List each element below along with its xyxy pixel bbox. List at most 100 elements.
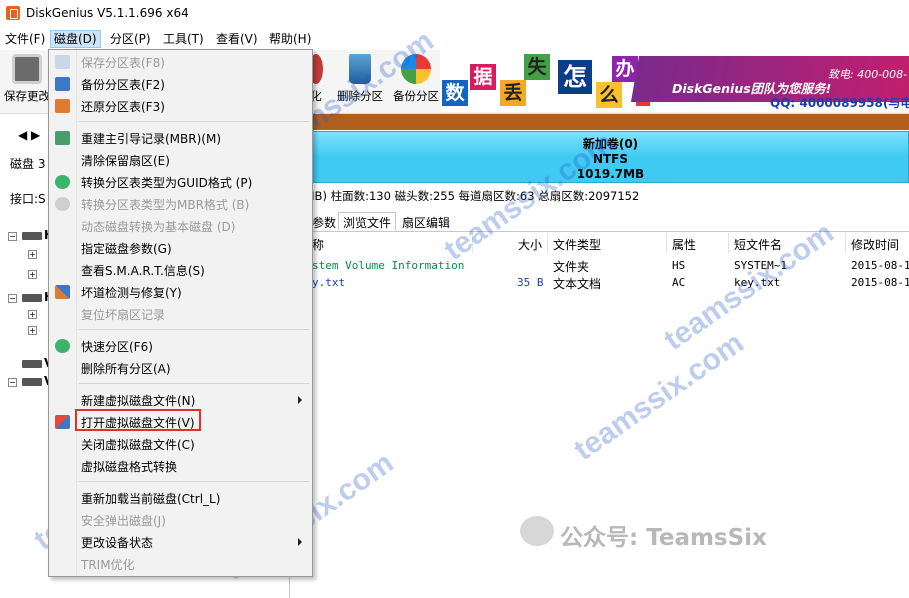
- window-title: DiskGenius V5.1.1.696 x64: [26, 6, 189, 20]
- save-changes-label: 保存更改: [4, 89, 50, 103]
- menu-item-dynamic-to-basic[interactable]: 动态磁盘转换为基本磁盘 (D): [49, 215, 312, 237]
- file-name: stem Volume Information: [312, 259, 465, 272]
- menu-partition[interactable]: 分区(P): [107, 31, 154, 49]
- banner-tile: 么: [596, 82, 622, 108]
- file-modified: 2015-08-19: [851, 276, 909, 289]
- save-changes-button[interactable]: 保存更改: [4, 54, 50, 104]
- menu-item-close-vdisk[interactable]: 关闭虚拟磁盘文件(C): [49, 433, 312, 455]
- column-header-size[interactable]: 大小: [518, 236, 542, 253]
- restore-table-icon: [55, 99, 70, 113]
- disk-node-icon: [22, 294, 42, 302]
- rebuild-mbr-icon: [55, 131, 70, 145]
- banner-tile: 数: [442, 80, 468, 106]
- disk-node-icon: [22, 360, 42, 368]
- tree-expander[interactable]: −: [8, 378, 17, 387]
- convert-mbr-icon: [55, 197, 70, 211]
- menu-item-reload-disk[interactable]: 重新加载当前磁盘(Ctrl_L): [49, 487, 312, 509]
- menu-separator: [79, 383, 309, 384]
- disk-node-icon: [22, 378, 42, 386]
- menu-item-new-vdisk[interactable]: 新建虚拟磁盘文件(N): [49, 389, 312, 411]
- column-separator[interactable]: [547, 233, 548, 253]
- menu-separator: [79, 329, 309, 330]
- open-vdisk-icon: [55, 415, 70, 429]
- ad-banner[interactable]: 数 据 丢 失 怎 么 办 ! DiskGenius团队为您服务! 致电: 40…: [440, 50, 909, 112]
- menu-bar: 文件(F) 磁盘(D) 分区(P) 工具(T) 查看(V) 帮助(H): [0, 28, 909, 50]
- menu-view[interactable]: 查看(V): [213, 31, 261, 49]
- partition-size: 1019.7MB: [576, 167, 645, 181]
- menu-separator: [79, 121, 309, 122]
- highlight-annotation-box: [75, 409, 201, 431]
- disk-map-stripe: [310, 114, 909, 130]
- app-window: DiskGenius V5.1.1.696 x64 文件(F) 磁盘(D) 分区…: [0, 0, 909, 598]
- save-table-icon: [55, 55, 70, 69]
- banner-tile: 怎: [558, 60, 592, 94]
- menu-item-trim[interactable]: TRIM优化: [49, 553, 312, 575]
- banner-tile: 失: [524, 54, 550, 80]
- tools-icon: [55, 285, 70, 299]
- menu-tools[interactable]: 工具(T): [160, 31, 207, 49]
- nav-arrows[interactable]: ◀ ▶: [18, 128, 40, 142]
- banner-tile: 丢: [500, 80, 526, 106]
- title-bar: DiskGenius V5.1.1.696 x64: [0, 0, 909, 28]
- save-icon: [12, 54, 42, 84]
- tree-expander[interactable]: −: [8, 294, 17, 303]
- menu-item-vdisk-convert[interactable]: 虚拟磁盘格式转换: [49, 455, 312, 477]
- menu-disk[interactable]: 磁盘(D): [50, 30, 101, 48]
- convert-guid-icon: [55, 175, 70, 189]
- tab-sector-edit[interactable]: 扇区编辑: [398, 213, 454, 232]
- quick-partition-icon: [55, 339, 70, 353]
- column-separator[interactable]: [728, 233, 729, 253]
- column-header-attr[interactable]: 属性: [672, 236, 696, 253]
- menu-item-disk-params[interactable]: 指定磁盘参数(G): [49, 237, 312, 259]
- file-modified: 2015-08-19: [851, 259, 909, 272]
- submenu-arrow-icon: [298, 396, 302, 404]
- wechat-watermark: 公众号: TeamsSix: [560, 525, 767, 551]
- disk-menu-dropdown: 保存分区表(F8) 备份分区表(F2) 还原分区表(F3) 重建主引导记录(MB…: [48, 49, 313, 577]
- menu-item-reset-bad-sectors[interactable]: 复位坏扇区记录: [49, 303, 312, 325]
- column-header-type[interactable]: 文件类型: [553, 236, 601, 253]
- column-separator[interactable]: [845, 233, 846, 253]
- wechat-icon: [520, 516, 554, 546]
- table-row[interactable]: y.txt 35 B 文本文档 AC key.txt 2015-08-19: [290, 274, 909, 292]
- file-attr: AC: [672, 276, 686, 289]
- menu-item-delete-all-partitions[interactable]: 删除所有分区(A): [49, 357, 312, 379]
- column-header-name[interactable]: 称: [312, 236, 324, 253]
- banner-qq: QQ: 4000089958(与电话: [770, 96, 909, 110]
- menu-item-safe-eject[interactable]: 安全弹出磁盘(J): [49, 509, 312, 531]
- menu-item-rebuild-mbr[interactable]: 重建主引导记录(MBR)(M): [49, 127, 312, 149]
- menu-item-backup-partition-table[interactable]: 备份分区表(F2): [49, 73, 312, 95]
- banner-phone: 致电: 400-008-: [828, 68, 908, 81]
- file-type: 文本文档: [553, 277, 602, 291]
- menu-item-quick-partition[interactable]: 快速分区(F6): [49, 335, 312, 357]
- banner-tile: 据: [470, 64, 496, 90]
- backup-partition-label: 备份分区: [393, 89, 439, 103]
- tree-expander[interactable]: +: [28, 250, 37, 259]
- interface-label: 接口:S: [10, 192, 46, 206]
- column-header-modified[interactable]: 修改时间: [851, 236, 899, 253]
- menu-item-restore-partition-table[interactable]: 还原分区表(F3): [49, 95, 312, 117]
- file-size: 35 B: [517, 276, 544, 289]
- file-name: y.txt: [312, 276, 346, 289]
- menu-item-convert-mbr[interactable]: 转换分区表类型为MBR格式 (B): [49, 193, 312, 215]
- diskgenius-app-icon: [6, 6, 20, 20]
- file-attr: HS: [672, 259, 686, 272]
- menu-item-change-device-state[interactable]: 更改设备状态: [49, 531, 312, 553]
- tree-expander[interactable]: −: [8, 232, 17, 241]
- submenu-arrow-icon: [298, 538, 302, 546]
- disk-label: 磁盘 3: [10, 157, 46, 171]
- column-separator[interactable]: [666, 233, 667, 253]
- menu-item-convert-guid[interactable]: 转换分区表类型为GUID格式 (P): [49, 171, 312, 193]
- tab-browse-files[interactable]: 浏览文件: [338, 212, 397, 231]
- menu-help[interactable]: 帮助(H): [266, 31, 314, 49]
- tree-expander[interactable]: +: [28, 270, 37, 279]
- disk-node-icon: [22, 232, 42, 240]
- menu-item-smart-info[interactable]: 查看S.M.A.R.T.信息(S): [49, 259, 312, 281]
- tree-expander[interactable]: +: [28, 310, 37, 319]
- backup-table-icon: [55, 77, 70, 91]
- menu-item-clear-reserved-sectors[interactable]: 清除保留扇区(E): [49, 149, 312, 171]
- disk-info-line: 24MB) 柱面数:130 磁头数:255 每道扇区数:63 总扇区数:2097…: [290, 189, 640, 203]
- tree-expander[interactable]: +: [28, 326, 37, 335]
- menu-file[interactable]: 文件(F): [2, 31, 48, 49]
- menu-item-bad-sector-repair[interactable]: 坏道检测与修复(Y): [49, 281, 312, 303]
- menu-item-save-partition-table[interactable]: 保存分区表(F8): [49, 51, 312, 73]
